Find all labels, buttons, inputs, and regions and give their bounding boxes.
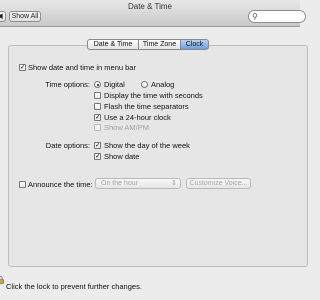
search-input[interactable]	[261, 12, 301, 21]
show-date-checkbox[interactable]: ✓	[94, 153, 101, 160]
flash-separators-label: Flash the time separators	[104, 102, 189, 111]
popup-arrows-icon: ⇕	[171, 180, 177, 187]
show-ampm-checkbox	[94, 124, 101, 131]
search-field[interactable]: ⚲	[248, 10, 306, 23]
seconds-label: Display the time with seconds	[104, 91, 203, 100]
customize-voice-button: Customize Voice...	[186, 178, 251, 189]
tab-clock[interactable]: Clock	[180, 39, 209, 50]
announce-time-label: Announce the time:	[28, 180, 93, 189]
24-hour-label: Use a 24-hour clock	[104, 113, 171, 122]
24-hour-checkbox[interactable]: ✓	[94, 114, 101, 121]
announce-interval-popup: On the hour ⇕	[95, 178, 181, 189]
time-options-label: Time options:	[45, 80, 90, 89]
tab-date-time[interactable]: Date & Time	[87, 39, 139, 50]
tab-bar: Date & Time Time Zone Clock	[87, 39, 209, 50]
digital-label: Digital	[104, 80, 125, 89]
digital-radio[interactable]	[94, 81, 101, 88]
preferences-panel	[8, 45, 308, 267]
window-toolbar: Date & Time ◀ Show All ⚲	[0, 0, 306, 27]
show-date-label: Show date	[104, 152, 140, 161]
seconds-checkbox[interactable]	[94, 92, 101, 99]
announce-interval-value: On the hour	[101, 180, 138, 187]
lock-icon[interactable]	[0, 276, 4, 284]
analog-label: Analog	[151, 80, 175, 89]
date-options-label: Date options:	[45, 141, 90, 150]
back-button[interactable]: ◀	[0, 11, 6, 22]
search-icon: ⚲	[252, 12, 258, 21]
analog-radio[interactable]	[141, 81, 148, 88]
show-ampm-label: Show AM/PM	[104, 123, 150, 132]
show-all-button[interactable]: Show All	[9, 11, 41, 22]
lock-message: Click the lock to prevent further change…	[6, 282, 142, 291]
day-of-week-label: Show the day of the week	[104, 141, 190, 150]
tab-time-zone[interactable]: Time Zone	[138, 39, 181, 50]
announce-time-checkbox[interactable]	[19, 181, 26, 188]
show-in-menu-bar-checkbox[interactable]: ✓	[19, 64, 26, 71]
flash-separators-checkbox[interactable]	[94, 103, 101, 110]
show-in-menu-bar-label: Show date and time in menu bar	[28, 63, 136, 72]
day-of-week-checkbox[interactable]: ✓	[94, 142, 101, 149]
